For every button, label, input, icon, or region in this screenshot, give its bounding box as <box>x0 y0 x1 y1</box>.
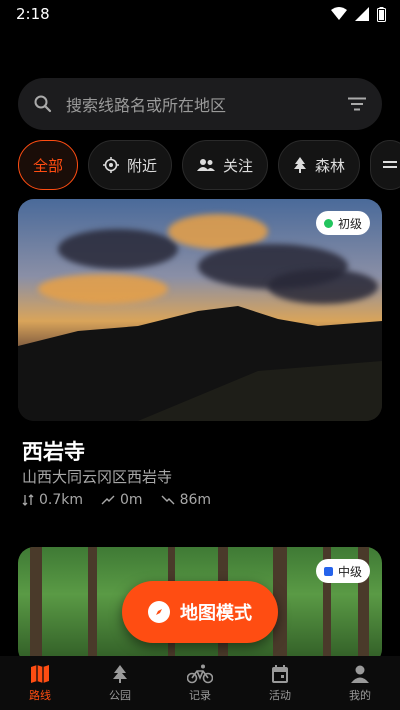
compass-icon <box>148 601 170 623</box>
status-icons <box>331 6 386 22</box>
ascent-icon <box>101 495 115 505</box>
nav-label: 路线 <box>29 688 51 702</box>
chip-all[interactable]: 全部 <box>18 140 79 190</box>
photo-cloud <box>58 229 178 269</box>
chip-more[interactable] <box>370 140 400 190</box>
chip-label: 附近 <box>127 156 158 175</box>
battery-icon <box>377 6 386 22</box>
chip-following[interactable]: 关注 <box>182 140 269 190</box>
ascent-stat: 0m <box>101 492 143 508</box>
nav-label: 记录 <box>189 688 211 702</box>
status-time: 2:18 <box>16 5 50 23</box>
chip-nearby[interactable]: 附近 <box>88 140 173 190</box>
nav-item-parks[interactable]: 公园 <box>80 656 160 710</box>
photo-mountain <box>18 306 382 421</box>
photo-trunk <box>30 547 42 665</box>
wifi-icon <box>331 7 347 20</box>
elevation-stat: 86m <box>161 492 211 508</box>
photo-cloud <box>268 269 378 304</box>
photo-trunk <box>88 547 97 665</box>
difficulty-label: 中级 <box>337 564 362 579</box>
difficulty-badge: 初级 <box>315 211 370 235</box>
nav-item-routes[interactable]: 路线 <box>0 656 80 710</box>
chip-label: 全部 <box>33 156 64 175</box>
chip-forest[interactable]: 森林 <box>278 140 361 190</box>
ascent-value: 0m <box>120 492 143 508</box>
nav-item-records[interactable]: 记录 <box>160 656 240 710</box>
search-input[interactable]: 搜索线路名或所在地区 <box>66 92 348 116</box>
filter-chips: 全部 附近 关注 森林 <box>18 140 400 190</box>
nav-label: 我的 <box>349 688 371 702</box>
calendar-icon <box>272 664 288 683</box>
map-mode-button[interactable]: 地图模式 <box>122 581 278 643</box>
more-icon <box>383 160 398 170</box>
route-title[interactable]: 西岩寺 <box>22 436 85 466</box>
people-icon <box>197 158 216 172</box>
distance-value: 0.7km <box>39 492 84 508</box>
difficulty-dot <box>323 218 333 228</box>
route-card-image[interactable]: 初级 <box>18 199 382 421</box>
photo-cloud <box>38 274 168 304</box>
descent-icon <box>161 495 175 505</box>
difficulty-badge: 中级 <box>315 559 370 583</box>
nav-label: 活动 <box>269 688 291 702</box>
nav-item-activities[interactable]: 活动 <box>240 656 320 710</box>
elevation-value: 86m <box>179 492 212 508</box>
difficulty-dot <box>323 566 333 576</box>
route-location: 山西大同云冈区西岩寺 <box>22 468 173 486</box>
location-icon <box>103 157 120 173</box>
chip-label: 森林 <box>315 156 346 175</box>
nav-item-profile[interactable]: 我的 <box>320 656 400 710</box>
bike-icon <box>187 664 213 683</box>
nav-label: 公园 <box>109 688 131 702</box>
tree-icon <box>113 664 127 683</box>
filter-icon[interactable] <box>348 97 366 111</box>
status-bar: 2:18 <box>0 0 400 28</box>
map-mode-label: 地图模式 <box>180 603 252 624</box>
search-bar[interactable]: 搜索线路名或所在地区 <box>18 78 382 130</box>
chip-label: 关注 <box>223 156 254 175</box>
difficulty-label: 初级 <box>337 216 362 231</box>
route-stats: 0.7km 0m 86m <box>22 492 211 508</box>
person-icon <box>351 665 369 683</box>
search-icon <box>34 95 52 113</box>
map-icon <box>31 664 49 683</box>
bottom-nav: 路线 公园 记录 活动 我的 <box>0 656 400 710</box>
distance-stat: 0.7km <box>22 492 83 508</box>
tree-icon <box>293 157 307 173</box>
distance-icon <box>22 494 34 506</box>
signal-icon <box>355 7 369 21</box>
